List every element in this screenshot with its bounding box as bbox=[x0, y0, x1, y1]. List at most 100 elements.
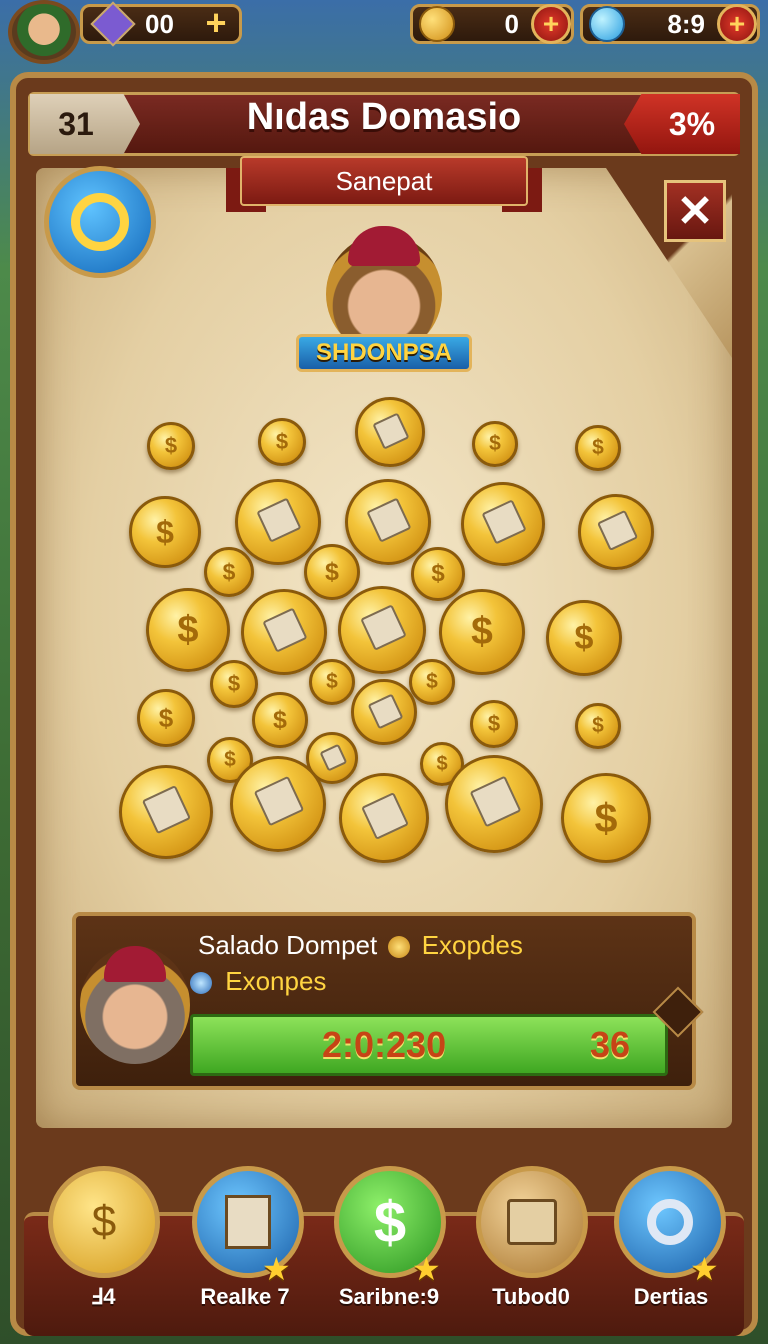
dollar-icon: $ bbox=[326, 670, 338, 693]
gold-coin[interactable]: $ bbox=[147, 422, 195, 470]
price-tag-icon bbox=[319, 743, 348, 772]
price-tag-icon bbox=[361, 791, 409, 840]
gold-coin[interactable]: $ bbox=[258, 418, 306, 466]
price-tag-icon bbox=[366, 497, 413, 543]
gold-coin[interactable]: $ bbox=[439, 589, 525, 675]
crystal-count: 8:9 bbox=[667, 8, 705, 39]
search-icon bbox=[71, 193, 129, 251]
star-icon: ★ bbox=[690, 1251, 719, 1287]
close-button[interactable]: ✕ bbox=[664, 180, 726, 242]
coin-tag-icon: $ bbox=[91, 1197, 117, 1246]
dollar-icon: $ bbox=[273, 705, 287, 734]
quest-count: 36 bbox=[590, 1024, 631, 1065]
gem-counter: 00 + bbox=[80, 1, 242, 47]
gold-coin[interactable] bbox=[241, 589, 327, 675]
gold-coin[interactable]: $ bbox=[252, 692, 308, 748]
quest-line-1: Salado Dompet Exopdes bbox=[198, 930, 523, 961]
gold-coin[interactable] bbox=[338, 586, 426, 674]
dollar-icon: $ bbox=[431, 560, 445, 587]
gold-coin[interactable] bbox=[345, 479, 431, 565]
ribbon-banner: Sanepat bbox=[240, 156, 528, 206]
add-gems-button[interactable]: + bbox=[199, 5, 233, 41]
gold-coin[interactable]: $ bbox=[309, 659, 355, 705]
quest-subtitle: Exonpes bbox=[225, 966, 327, 996]
dollar-icon: $ bbox=[325, 557, 339, 586]
dollar-icon: $ bbox=[436, 752, 448, 775]
price-tag-icon bbox=[469, 775, 521, 828]
gold-count: 0 bbox=[504, 8, 519, 39]
price-tag-icon bbox=[256, 497, 303, 543]
dollar-icon: $ bbox=[275, 429, 289, 454]
percent-plate: 3% bbox=[624, 94, 740, 154]
gold-coin[interactable] bbox=[339, 773, 429, 863]
dollar-icon: $ bbox=[574, 618, 594, 657]
dollar-icon: $ bbox=[373, 1189, 407, 1255]
coin-icon bbox=[388, 936, 411, 959]
gold-icon bbox=[419, 6, 455, 42]
gold-coin[interactable]: $ bbox=[575, 703, 621, 749]
nav-button-coins[interactable]: $ bbox=[48, 1166, 160, 1278]
gold-coin[interactable] bbox=[119, 765, 213, 859]
dollar-icon: $ bbox=[471, 610, 493, 653]
gold-coin[interactable] bbox=[578, 494, 654, 570]
gold-coin[interactable]: $ bbox=[470, 700, 518, 748]
gold-coin[interactable]: $ bbox=[575, 425, 621, 471]
price-tag-icon bbox=[372, 411, 411, 450]
gold-coin[interactable]: $ bbox=[210, 660, 258, 708]
dollar-icon: $ bbox=[489, 432, 501, 455]
scroll-icon bbox=[225, 1195, 271, 1249]
dollar-icon: $ bbox=[156, 513, 174, 550]
star-icon: ★ bbox=[412, 1251, 441, 1287]
character-emblem: SHDONPSA bbox=[282, 226, 486, 382]
price-tag-icon bbox=[253, 776, 305, 827]
quest-line-2: Exonpes bbox=[190, 966, 326, 997]
crystal-icon bbox=[589, 6, 625, 42]
gem-count: 00 bbox=[145, 8, 174, 39]
gold-coin[interactable]: $ bbox=[409, 659, 455, 705]
gold-coin[interactable] bbox=[445, 755, 543, 853]
dollar-icon: $ bbox=[158, 702, 174, 733]
refresh-icon bbox=[647, 1199, 693, 1245]
gold-coin[interactable]: $ bbox=[204, 547, 254, 597]
gold-coin[interactable] bbox=[230, 756, 326, 852]
gold-coin[interactable] bbox=[461, 482, 545, 566]
gold-coin[interactable] bbox=[351, 679, 417, 745]
gold-counter: 0 + bbox=[410, 4, 574, 44]
dollar-icon: $ bbox=[592, 436, 604, 459]
price-tag-icon bbox=[359, 604, 407, 652]
nav-button-tubod[interactable] bbox=[476, 1166, 588, 1278]
chest-icon bbox=[507, 1199, 557, 1245]
price-tag-icon bbox=[481, 499, 527, 545]
gold-coin[interactable] bbox=[235, 479, 321, 565]
dollar-icon: $ bbox=[594, 794, 618, 841]
gold-coin[interactable]: $ bbox=[472, 421, 518, 467]
crystal-counter: 8:9 + bbox=[580, 4, 760, 44]
nav-label-dertias: Dertias bbox=[633, 1284, 709, 1309]
nav-label-saribne: Saribne:9 bbox=[338, 1284, 440, 1309]
dollar-icon: $ bbox=[164, 433, 178, 458]
add-crystals-button[interactable]: + bbox=[717, 4, 757, 44]
gem-icon bbox=[90, 1, 136, 47]
price-tag-icon bbox=[142, 784, 192, 835]
price-tag-icon bbox=[596, 510, 638, 551]
nav-label-realke: Realke 7 bbox=[200, 1284, 290, 1309]
dollar-icon: $ bbox=[227, 671, 241, 696]
price-tag-icon bbox=[262, 607, 309, 653]
gold-coin[interactable] bbox=[355, 397, 425, 467]
gold-coin[interactable]: $ bbox=[137, 689, 195, 747]
gold-coin[interactable]: $ bbox=[411, 547, 465, 601]
add-gold-button[interactable]: + bbox=[531, 4, 571, 44]
player-avatar[interactable] bbox=[8, 0, 80, 64]
dollar-icon: $ bbox=[592, 714, 604, 737]
close-icon: ✕ bbox=[676, 186, 714, 236]
gold-coin[interactable]: $ bbox=[561, 773, 651, 863]
search-button[interactable] bbox=[44, 166, 156, 278]
gold-coin[interactable]: $ bbox=[129, 496, 201, 568]
gold-coin[interactable]: $ bbox=[304, 544, 360, 600]
gold-coin[interactable]: $ bbox=[146, 588, 230, 672]
nav-label-coins: Ⅎ4 bbox=[90, 1284, 116, 1309]
dollar-icon: $ bbox=[222, 558, 236, 585]
gold-coin[interactable]: $ bbox=[546, 600, 622, 676]
price-tag-icon bbox=[367, 693, 404, 729]
dollar-icon: $ bbox=[177, 608, 199, 651]
